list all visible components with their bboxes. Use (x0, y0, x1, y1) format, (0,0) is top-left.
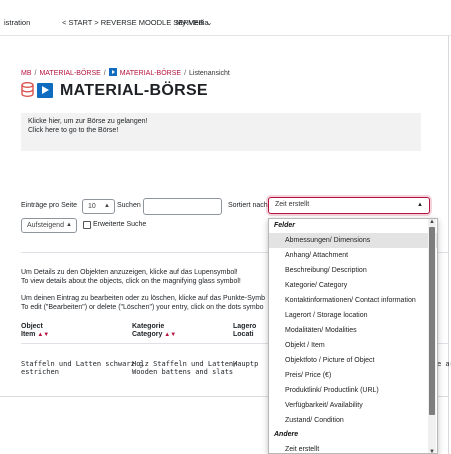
details-help-de: Um Details zu den Objekten anzuzeigen, k… (21, 269, 238, 276)
option-contact-information[interactable]: Kontaktinformationen/ Contact informatio… (269, 293, 437, 308)
column-header-location[interactable]: Lagero Locati (233, 323, 256, 339)
cell-object: Staffeln und Latten schwarz g estrichen (21, 360, 143, 376)
select-arrow-icon: ▲︎ (104, 203, 110, 209)
details-help-en: To view details about the objects, click… (21, 278, 241, 285)
cell-object-line: Staffeln und Latten schwarz g (21, 360, 144, 368)
nav-item-administration[interactable]: istration (4, 18, 30, 27)
option-attachment[interactable]: Anhang/ Attachment (269, 248, 437, 263)
option-picture[interactable]: Objektfoto / Picture of Object (269, 353, 437, 368)
option-productlink[interactable]: Produktlink/ Productlink (URL) (269, 383, 437, 398)
nav-item-my-media[interactable]: My Media (176, 18, 209, 27)
cell-category-line: Holz Staffeln und Latten/ (132, 360, 238, 368)
per-page-select[interactable]: 10 ▲︎ (82, 199, 115, 214)
column-header-object[interactable]: Object Item ▲▼ (21, 323, 49, 339)
cell-location: Hauptp (233, 360, 259, 368)
optgroup-other: Andere (274, 431, 299, 438)
column-header-label: Locati (233, 331, 254, 338)
order-select[interactable]: Aufsteigend ▲︎ (21, 218, 77, 233)
option-time-created[interactable]: Zeit erstellt (269, 442, 437, 453)
option-condition[interactable]: Zustand/ Condition (269, 413, 437, 428)
info-line-de[interactable]: Klicke hier, um zur Börse zu gelangen! (28, 117, 414, 126)
scroll-up-icon[interactable]: ▲︎ (428, 219, 436, 225)
activity-play-icon (37, 83, 53, 98)
dropdown-scrollbar[interactable]: ▲︎ ▼︎ (428, 219, 436, 453)
option-item[interactable]: Objekt / Item (269, 338, 437, 353)
edit-help-de: Um deinen Eintrag zu bearbeiten oder zu … (21, 295, 265, 302)
column-header-label: Kategorie (132, 323, 165, 330)
advanced-search-checkbox[interactable] (83, 221, 91, 229)
per-page-value: 10 (88, 203, 96, 210)
cell-truncated: e ar (437, 360, 451, 368)
column-header-label: Object (21, 323, 43, 330)
sort-arrows-icon[interactable]: ▲▼ (37, 332, 49, 338)
column-header-label: Category (132, 331, 163, 338)
breadcrumb-course[interactable]: MATERIAL-BÖRSE (39, 70, 100, 77)
select-arrow-icon: ▲︎ (417, 202, 423, 208)
play-icon (108, 68, 117, 76)
option-category[interactable]: Kategorie/ Category (269, 278, 437, 293)
sort-field-select[interactable]: Zeit erstellt ▲︎ (268, 197, 430, 214)
order-value: Aufsteigend (27, 222, 64, 229)
column-header-label: Item (21, 331, 36, 338)
sort-field-dropdown-list[interactable]: Felder Abmessungen/ Dimensions Anhang/ A… (268, 218, 438, 454)
option-availability[interactable]: Verfügbarkeit/ Availability (269, 398, 437, 413)
breadcrumb-separator: / (34, 70, 37, 77)
info-line-en[interactable]: Click here to go to the Börse! (28, 126, 414, 135)
breadcrumb-mb[interactable]: MB (21, 70, 32, 77)
breadcrumb-activity[interactable]: MATERIAL-BÖRSE (120, 70, 181, 77)
column-header-label: Lagero (233, 323, 257, 330)
page-title: MATERIAL-BÖRSE (60, 82, 208, 99)
scrollbar-thumb[interactable] (429, 227, 435, 415)
sort-arrows-icon[interactable]: ▲▼ (164, 332, 176, 338)
sort-field-value: Zeit erstellt (275, 201, 310, 208)
database-icon (21, 82, 34, 97)
column-header-category[interactable]: Kategorie Category ▲▼ (132, 323, 176, 339)
search-label: Suchen (117, 202, 141, 209)
cell-category: Holz Staffeln und Latten/ Wooden battens… (132, 360, 237, 376)
breadcrumb-separator: / (103, 70, 106, 77)
optgroup-fields: Felder (274, 222, 296, 229)
option-dimensions[interactable]: Abmessungen/ Dimensions (269, 233, 437, 248)
sort-label: Sortiert nach (228, 202, 268, 209)
option-storage-location[interactable]: Lagerort / Storage location (269, 308, 437, 323)
select-arrow-icon: ▲︎ (66, 222, 72, 228)
cell-category-line: Wooden battens and slats (132, 368, 234, 376)
breadcrumb-separator: / (184, 70, 187, 77)
breadcrumb: MB / MATERIAL-BÖRSE / MATERIAL-BÖRSE / Listena… (21, 68, 230, 77)
top-navbar: istration < START > REVERSE MOODLE SERVE… (0, 0, 451, 36)
cell-object-line: estrichen (21, 368, 59, 376)
option-price[interactable]: Preis/ Price (€) (269, 368, 437, 383)
info-box[interactable]: Klicke hier, um zur Börse zu gelangen! C… (21, 113, 421, 151)
option-description[interactable]: Beschreibung/ Description (269, 263, 437, 278)
per-page-label: Einträge pro Seite (21, 202, 78, 209)
edit-help-en: To edit ("Bearbeiten") or delete ("Lösch… (21, 304, 264, 311)
option-modalities[interactable]: Modalitäten/ Modalities (269, 323, 437, 338)
breadcrumb-current: Listenansicht (189, 70, 230, 77)
search-input[interactable] (143, 198, 222, 215)
advanced-search-label[interactable]: Erweiterte Suche (93, 221, 146, 228)
